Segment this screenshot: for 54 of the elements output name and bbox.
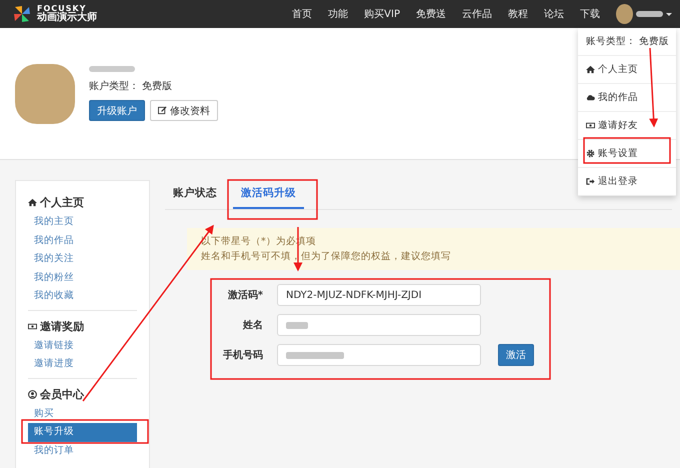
nav-link[interactable]: 免费送 <box>408 7 454 21</box>
home-icon <box>586 65 595 74</box>
avatar-photo-placeholder <box>15 64 75 124</box>
sidebar-heading: 邀请奖励 <box>40 318 84 334</box>
user-icon <box>28 390 37 398</box>
field-label: 姓名 <box>242 318 263 332</box>
input-field[interactable] <box>277 344 481 366</box>
field-label: 手机号码 <box>222 348 263 362</box>
nav-link[interactable]: 教程 <box>500 7 536 21</box>
input-field[interactable] <box>277 314 481 336</box>
caret-icon <box>666 12 672 16</box>
blurred-username <box>636 11 663 17</box>
sidebar-item[interactable]: 我的粉丝 <box>28 268 137 287</box>
sidebar-item[interactable]: 邀请链接 <box>28 336 137 355</box>
brand-name: FOCUSKY <box>37 4 86 13</box>
settings-icon <box>586 149 595 158</box>
sidebar-item[interactable]: 我的主页 <box>28 213 137 232</box>
field-label: 激活码* <box>226 288 263 302</box>
banknote-icon <box>28 322 37 330</box>
nav-link[interactable]: 购买VIP <box>356 7 408 21</box>
sidebar-item[interactable]: 购买 <box>28 404 137 423</box>
sign-out-icon <box>586 177 595 186</box>
sidebar-item[interactable]: 我的收藏 <box>28 287 137 306</box>
blurred-username <box>89 66 135 72</box>
notice-text: 姓名和手机号可不填，但为了保障您的权益，建议您填写 <box>201 250 452 263</box>
nav-link[interactable]: 论坛 <box>536 7 572 21</box>
home-icon <box>28 198 37 207</box>
nav-link[interactable]: 云作品 <box>454 7 500 21</box>
blurred-value <box>286 322 308 328</box>
edit-icon <box>158 106 167 115</box>
cloud-icon <box>586 93 595 102</box>
sidebar-item[interactable]: 我的订单 <box>28 442 137 460</box>
tab[interactable]: 账户状态 <box>165 180 225 209</box>
avatar-photo-placeholder <box>616 4 633 24</box>
sidebar-heading: 个人主页 <box>40 195 84 210</box>
sidebar-heading: 会员中心 <box>40 386 84 402</box>
brand-subtitle: 动画演示大师 <box>37 12 97 24</box>
tab[interactable]: 激活码升级 <box>233 180 304 209</box>
account-type-text: 账户类型： 免费版 <box>89 80 172 93</box>
sidebar-item[interactable]: 我的作品 <box>28 232 137 250</box>
sidebar-item[interactable]: 邀请进度 <box>28 355 137 374</box>
nav-link[interactable]: 首页 <box>284 7 320 21</box>
nav-link[interactable]: 功能 <box>320 7 356 21</box>
edit-profile-button[interactable]: 修改资料 <box>150 100 218 121</box>
input-field[interactable]: NDY2-MJUZ-NDFK-MJHJ-ZJDI <box>277 284 481 306</box>
pinwheel-logo-icon <box>12 4 32 24</box>
upgrade-button[interactable]: 升级账户 <box>89 100 145 121</box>
menu-item[interactable]: 退出登录 <box>578 168 676 196</box>
activate-button[interactable]: 激活 <box>498 344 534 366</box>
sidebar-item[interactable]: 账号升级 <box>28 423 137 442</box>
banknote-icon <box>586 121 595 130</box>
blurred-value <box>286 352 344 358</box>
nav-link[interactable]: 下载 <box>572 7 608 21</box>
sidebar-item[interactable]: 我的关注 <box>28 250 137 268</box>
